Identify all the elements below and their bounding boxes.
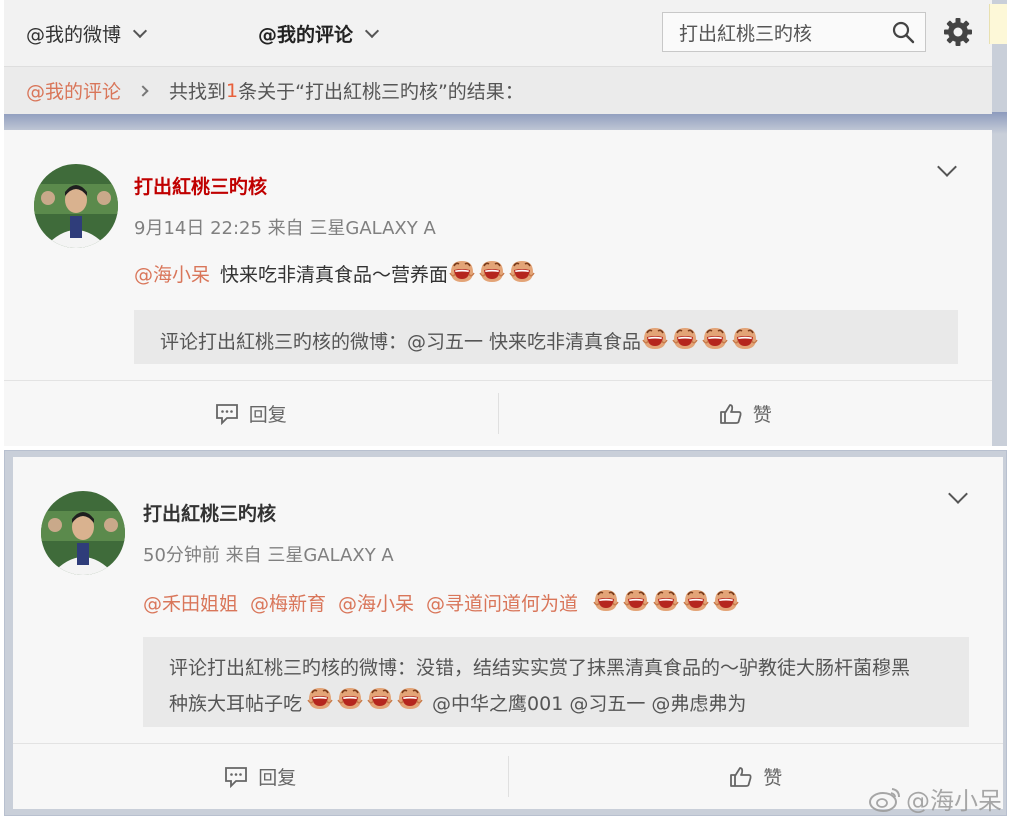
search-icon[interactable] [891,20,915,44]
comment-icon [225,766,248,788]
side-tab [989,4,1007,44]
post-body: @海小呆 快来吃非清真食品～营养面 [134,258,536,289]
thumbs-up-icon [719,403,742,424]
emoji-group [641,325,759,356]
nav-my-weibo[interactable]: @我的微博 [26,20,148,47]
chevron-down-icon [132,23,148,38]
watermark-text: @海小呆 [906,787,1002,815]
reply-label: 回复 [248,404,287,426]
nav-my-comments[interactable]: @我的评论 [258,20,380,47]
post-author-name: 打出紅桃三旳核 [134,176,268,198]
reply-button[interactable]: 回复 [13,744,508,809]
avatar-image [34,164,118,248]
post-meta: 50分钟前 来自 三星GALAXY A [143,545,394,566]
avatar[interactable] [41,491,125,575]
laugh-emoji-icon [366,685,394,722]
action-bar: 回复 赞 [13,743,1003,809]
post-author[interactable]: 打出紅桃三旳核 [143,499,276,526]
quote-text-line1: 评论打出紅桃三旳核的微博：没错，结结实实赏了抹黑清真食品的～驴教徒大肠杆菌穆黑 [169,657,911,679]
top-nav-bar: @我的微博 @我的评论 打出紅桃三旳核 [4,0,992,66]
laugh-emoji-icon [712,587,740,618]
emoji-group [592,587,740,618]
breadcrumb-root-link[interactable]: @我的评论 [26,77,121,104]
post-text: 快来吃非清真食品～营养面 [220,264,449,286]
laugh-emoji-icon [622,587,650,618]
quote-text-line2a: 种族大耳帖子吃 [169,692,303,715]
search-input-value: 打出紅桃三旳核 [679,22,813,45]
laugh-emoji-icon [592,587,620,618]
laugh-emoji-icon [701,325,729,356]
quote-text: 评论打出紅桃三旳核的微博：@习五一 快来吃非清真食品 [160,331,642,353]
laugh-emoji-icon [508,258,536,289]
like-label: 赞 [752,404,772,426]
chevron-right-icon [137,84,149,97]
mention-link[interactable]: @禾田姐姐 [143,589,238,616]
nav-my-weibo-label: @我的微博 [26,24,122,46]
chevron-down-icon[interactable] [937,157,957,177]
laugh-emoji-icon [478,258,506,289]
post-body: @禾田姐姐 @梅新育 @海小呆 @寻道问道何为道 [143,587,740,618]
laugh-emoji-icon [731,325,759,356]
avatar[interactable] [34,164,118,248]
like-label: 赞 [763,767,783,789]
laugh-emoji-icon [652,587,680,618]
mention-link[interactable]: @梅新育 [250,589,326,616]
post-author[interactable]: 打出紅桃三旳核 [134,172,267,199]
comment-icon [215,403,238,425]
laugh-emoji-icon [396,685,424,722]
mention-link[interactable]: @寻道问道何为道 [426,589,578,616]
quote-text-line2b: @中华之鹰001 @习五一 @弗虑弗为 [432,692,747,715]
like-button[interactable]: 赞 [497,393,993,434]
post-meta: 9月14日 22:25 来自 三星GALAXY A [134,218,436,239]
chevron-down-icon[interactable] [948,484,968,504]
laugh-emoji-icon [336,685,364,722]
laugh-emoji-icon [448,258,476,289]
laugh-emoji-icon [682,587,710,618]
emoji-group [306,685,424,722]
quoted-weibo[interactable]: 评论打出紅桃三旳核的微博：@习五一 快来吃非清真食品 [134,310,958,364]
weibo-logo-icon [869,787,900,812]
reply-label: 回复 [258,767,297,789]
result-count: 1 [226,79,239,102]
result-suffix: 条关于“打出紅桃三旳核”的结果： [238,81,524,103]
laugh-emoji-icon [641,325,669,356]
avatar-image [41,491,125,575]
search-input[interactable]: 打出紅桃三旳核 [662,12,926,52]
watermark: @海小呆 [868,781,1002,816]
result-prefix: 共找到 [169,81,227,103]
mention-link[interactable]: @海小呆 [134,260,210,287]
screenshot-top: @我的微博 @我的评论 打出紅桃三旳核 @我的评论 共找到 1 条关于“打出紅桃… [4,0,1007,446]
laugh-emoji-icon [671,325,699,356]
comment-card: 打出紅桃三旳核 9月14日 22:25 来自 三星GALAXY A @海小呆 快… [4,130,992,446]
action-bar: 回复 赞 [4,380,992,446]
reply-button[interactable]: 回复 [4,381,498,446]
screenshot-bottom: 打出紅桃三旳核 50分钟前 来自 三星GALAXY A @禾田姐姐 @梅新育 @… [4,450,1007,816]
comment-card: 打出紅桃三旳核 50分钟前 来自 三星GALAXY A @禾田姐姐 @梅新育 @… [13,457,1003,809]
thumbs-up-icon [730,766,752,787]
nav-my-comments-label: @我的评论 [258,24,354,46]
chevron-down-icon [364,23,380,38]
gear-icon[interactable] [942,16,974,48]
emoji-group [448,258,536,289]
breadcrumb: @我的评论 共找到 1 条关于“打出紅桃三旳核”的结果： [4,66,992,114]
laugh-emoji-icon [306,685,334,722]
quote-line2: 种族大耳帖子吃 @中华之鹰001 @习五一 @弗虑弗为 [169,685,969,722]
post-author-name: 打出紅桃三旳核 [143,503,277,525]
quoted-weibo[interactable]: 评论打出紅桃三旳核的微博：没错，结结实实赏了抹黑清真食品的～驴教徒大肠杆菌穆黑 … [143,637,969,727]
mention-link[interactable]: @海小呆 [338,589,414,616]
